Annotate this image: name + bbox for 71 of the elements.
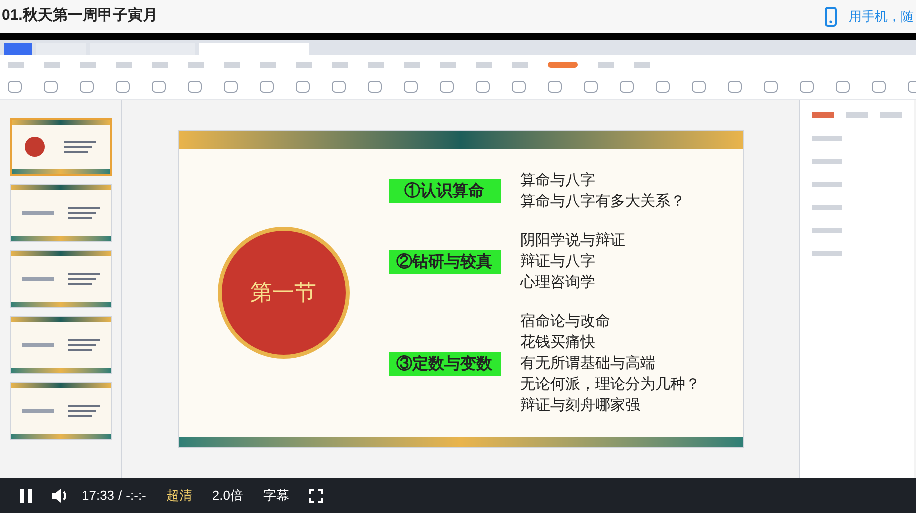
toolbar-icon[interactable]: [548, 80, 562, 92]
slide-thumbnail[interactable]: [10, 316, 112, 374]
toolbar-icon[interactable]: [800, 80, 814, 92]
menu-tab[interactable]: [224, 62, 240, 68]
topic-item: 宿命论与改命: [520, 311, 612, 332]
topic-item: 无论何派，理论分为几种？: [520, 374, 700, 395]
toolbar-icon[interactable]: [260, 80, 274, 92]
duration: -:-:-: [126, 486, 146, 505]
subtitles-button[interactable]: 字幕: [263, 486, 290, 506]
menu-tab[interactable]: [634, 62, 650, 68]
slide-thumbnail[interactable]: [10, 118, 112, 176]
speed-button[interactable]: 2.0倍: [212, 486, 244, 506]
toolbar-icon[interactable]: [296, 80, 310, 92]
toolbar-icon[interactable]: [584, 80, 598, 92]
menu-tab[interactable]: [440, 62, 456, 68]
toolbar-icon[interactable]: [440, 80, 454, 92]
menu-tab[interactable]: [116, 62, 132, 68]
toolbar-icon[interactable]: [404, 80, 418, 92]
menu-tab[interactable]: [296, 62, 312, 68]
toolbar-icon[interactable]: [512, 80, 526, 92]
topic-label: ①认识算命: [388, 179, 500, 203]
menu-tab[interactable]: [80, 62, 96, 68]
toolbar-icon[interactable]: [728, 80, 742, 92]
topic-item: 阴阳学说与辩证: [520, 230, 626, 251]
toolbar-icon[interactable]: [620, 80, 634, 92]
toolbar-icon[interactable]: [836, 80, 850, 92]
toolbar-icon[interactable]: [656, 80, 670, 92]
toolbar-icon[interactable]: [44, 80, 58, 92]
toolbar-icon[interactable]: [692, 80, 706, 92]
topic-item: 花钱买痛快: [520, 332, 596, 353]
toolbar-icon[interactable]: [116, 80, 130, 92]
fullscreen-icon[interactable]: [309, 488, 324, 502]
toolbar-icon[interactable]: [152, 80, 166, 92]
topic-item: 辩证与八字: [520, 251, 596, 272]
toolbar-icon[interactable]: [80, 80, 94, 92]
menu-tab[interactable]: [476, 62, 492, 68]
current-time: 17:33: [82, 486, 115, 505]
slide-thumbnail[interactable]: [10, 250, 112, 308]
topic-item: 心理咨询学: [520, 272, 596, 293]
menu-tab[interactable]: [404, 62, 420, 68]
toolbar-icon[interactable]: [872, 80, 886, 92]
topic-item: 辩证与刻舟哪家强: [520, 395, 642, 416]
menu-tab[interactable]: [8, 62, 24, 68]
menu-tab[interactable]: [512, 62, 528, 68]
slide-thumbnail[interactable]: [10, 382, 112, 440]
toolbar-icon[interactable]: [368, 80, 382, 92]
toolbar-icon[interactable]: [476, 80, 490, 92]
toolbar-icon[interactable]: [188, 80, 202, 92]
menu-tab[interactable]: [598, 62, 614, 68]
menu-tab[interactable]: [44, 62, 60, 68]
menu-tab[interactable]: [188, 62, 204, 68]
video-title: 01.秋天第一周甲子寅月: [2, 6, 158, 26]
menu-tab[interactable]: [260, 62, 276, 68]
topic-label: ②钻研与较真: [388, 250, 500, 274]
pause-icon[interactable]: [20, 488, 32, 502]
topic-label: ③定数与变数: [388, 352, 500, 376]
topic-item: 算命与八字有多大关系？: [520, 191, 686, 212]
toolbar-icon[interactable]: [224, 80, 238, 92]
toolbar-icon[interactable]: [332, 80, 346, 92]
section-title: 第一节: [250, 280, 316, 308]
menu-tab[interactable]: [152, 62, 168, 68]
slide-thumbnail[interactable]: [10, 184, 112, 242]
toolbar-icon[interactable]: [8, 80, 22, 92]
menu-tab[interactable]: [368, 62, 384, 68]
phone-icon: [825, 6, 837, 26]
topic-item: 有无所谓基础与高端: [520, 353, 656, 374]
quality-button[interactable]: 超清: [166, 486, 192, 506]
menu-tab[interactable]: [332, 62, 348, 68]
time-separator: /: [118, 486, 122, 505]
toolbar-icon[interactable]: [764, 80, 778, 92]
topic-item: 算命与八字: [520, 170, 596, 191]
